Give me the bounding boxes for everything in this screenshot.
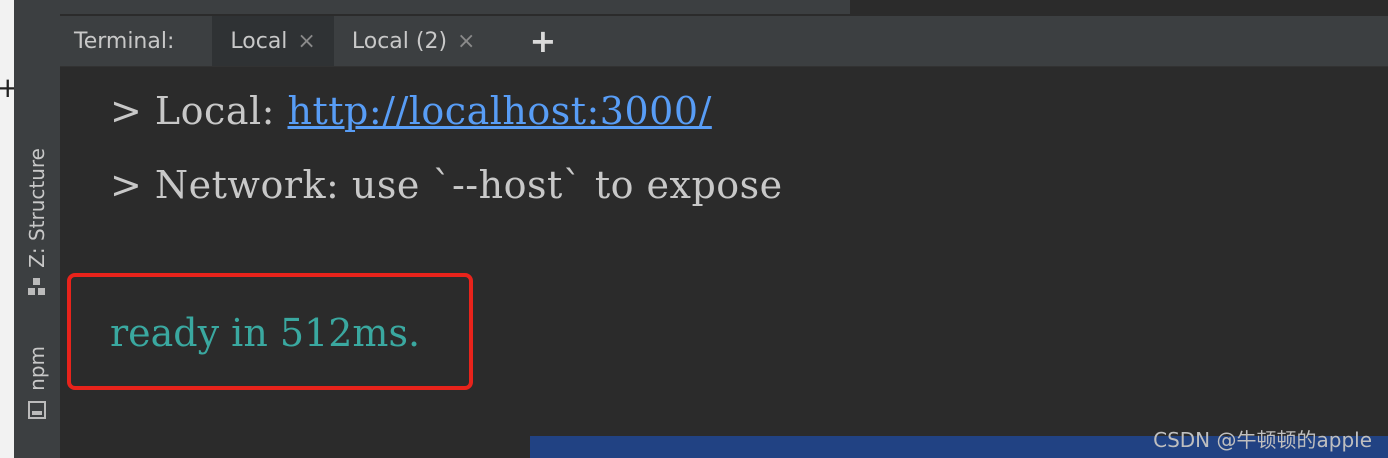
tab-local[interactable]: Local × <box>212 16 334 66</box>
npm-icon <box>28 400 46 419</box>
tab-label: Local <box>230 28 288 54</box>
terminal-output[interactable]: > Local: http://localhost:3000/ > Networ… <box>60 67 1388 458</box>
structure-tab-label: Z: Structure <box>25 148 49 268</box>
horizontal-scrollbar[interactable] <box>60 0 850 14</box>
terminal-tab-bar: Terminal: Local × Local (2) × + <box>60 16 1388 67</box>
tab-local-2[interactable]: Local (2) × <box>334 16 494 66</box>
npm-tool-tab[interactable]: npm <box>14 346 60 419</box>
local-label: > Local: <box>110 89 288 133</box>
editor-top-strip <box>60 0 1388 16</box>
terminal-title: Terminal: <box>74 28 175 54</box>
close-icon[interactable]: × <box>297 29 315 54</box>
watermark: CSDN @牛顿顿的apple <box>1153 428 1372 452</box>
localhost-link[interactable]: http://localhost:3000/ <box>288 89 712 133</box>
tab-label: Local (2) <box>351 28 448 54</box>
terminal-line-local: > Local: http://localhost:3000/ <box>110 89 712 133</box>
structure-tool-tab[interactable]: Z: Structure <box>14 148 60 296</box>
close-icon[interactable]: × <box>457 29 475 54</box>
npm-tab-label: npm <box>25 346 49 391</box>
terminal-line-network: > Network: use `--host` to expose <box>110 163 783 207</box>
left-window-edge: + <box>0 0 19 458</box>
add-terminal-icon[interactable]: + <box>529 25 556 57</box>
ready-message: ready in 512ms. <box>110 311 421 355</box>
structure-icon <box>28 277 46 296</box>
tool-window-sidebar: Z: Structure npm <box>14 0 61 458</box>
